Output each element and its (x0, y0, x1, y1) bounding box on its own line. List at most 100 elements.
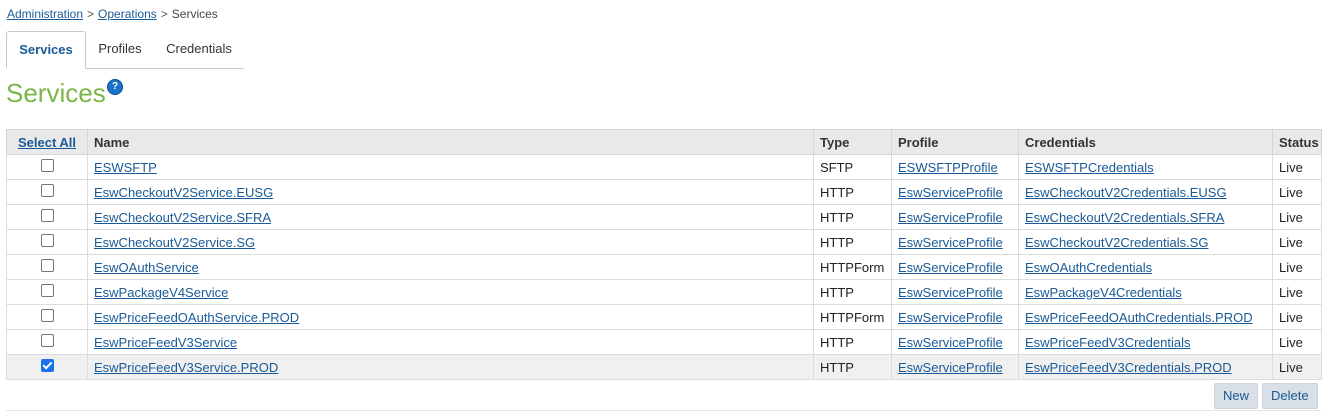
cell-name: EswOAuthService (87, 254, 814, 280)
service-name-link[interactable]: EswCheckoutV2Service.SG (94, 235, 255, 250)
service-status: Live (1279, 259, 1303, 275)
table-row[interactable]: EswPriceFeedOAuthService.PROD HTTPForm Esw… (6, 304, 1322, 330)
profile-link[interactable]: EswServiceProfile (898, 260, 1003, 275)
service-status: Live (1279, 334, 1303, 350)
column-header-status[interactable]: Status (1272, 129, 1322, 155)
credentials-link[interactable]: EswCheckoutV2Credentials.EUSG (1025, 185, 1227, 200)
table-row[interactable]: EswOAuthService HTTPForm EswServiceProfile… (6, 254, 1322, 280)
cell-name: EswPriceFeedOAuthService.PROD (87, 304, 814, 330)
table-header-row: Select All Name Type Profile Credentials… (6, 129, 1322, 155)
help-icon[interactable]: ? (107, 79, 123, 95)
profile-link[interactable]: EswServiceProfile (898, 235, 1003, 250)
credentials-link[interactable]: EswPackageV4Credentials (1025, 285, 1182, 300)
column-header-profile[interactable]: Profile (891, 129, 1019, 155)
table-row[interactable]: EswCheckoutV2Service.EUSG HTTP EswServiceP… (6, 179, 1322, 205)
credentials-link[interactable]: EswPriceFeedOAuthCredentials.PROD (1025, 310, 1253, 325)
select-all-link[interactable]: Select All (18, 135, 76, 150)
cell-status: Live (1272, 204, 1322, 230)
cell-type: HTTP (813, 229, 892, 255)
cell-status: Live (1272, 154, 1322, 180)
credentials-link[interactable]: EswCheckoutV2Credentials.SG (1025, 235, 1209, 250)
breadcrumb-current: Services (171, 7, 218, 21)
cell-type: HTTP (813, 204, 892, 230)
credentials-link[interactable]: EswCheckoutV2Credentials.SFRA (1025, 210, 1224, 225)
cell-profile: EswServiceProfile (891, 179, 1019, 205)
profile-link[interactable]: EswServiceProfile (898, 310, 1003, 325)
row-checkbox-cell (6, 204, 88, 230)
credentials-link[interactable]: EswPriceFeedV3Credentials.PROD (1025, 360, 1232, 375)
service-status: Live (1279, 184, 1303, 200)
row-checkbox[interactable] (40, 308, 54, 322)
divider (6, 410, 1321, 411)
row-checkbox-cell (6, 179, 88, 205)
service-name-link[interactable]: EswOAuthService (94, 260, 199, 275)
service-name-link[interactable]: EswPriceFeedV3Service.PROD (94, 360, 278, 375)
cell-profile: EswServiceProfile (891, 254, 1019, 280)
cell-credentials: EswCheckoutV2Credentials.SFRA (1018, 204, 1273, 230)
service-status: Live (1279, 209, 1303, 225)
row-checkbox-cell (6, 304, 88, 330)
cell-credentials: ESWSFTPCredentials (1018, 154, 1273, 180)
service-status: Live (1279, 284, 1303, 300)
table-row[interactable]: EswPriceFeedV3Service.PROD HTTP EswService… (6, 354, 1322, 380)
tab-profiles[interactable]: Profiles (86, 31, 154, 67)
cell-type: SFTP (813, 154, 892, 180)
select-all-header: Select All (6, 129, 88, 155)
table-row[interactable]: ESWSFTP SFTP ESWSFTPProfile ESWSFTPCredenti… (6, 154, 1322, 180)
column-header-type[interactable]: Type (813, 129, 892, 155)
new-button[interactable]: New (1214, 383, 1259, 409)
service-status: Live (1279, 359, 1303, 375)
credentials-link[interactable]: EswOAuthCredentials (1025, 260, 1152, 275)
cell-type: HTTPForm (813, 304, 892, 330)
service-name-link[interactable]: EswPriceFeedOAuthService.PROD (94, 310, 299, 325)
row-checkbox-cell (6, 229, 88, 255)
row-checkbox[interactable] (40, 233, 54, 247)
breadcrumb-link-operations[interactable]: Operations (98, 7, 157, 21)
credentials-link[interactable]: ESWSFTPCredentials (1025, 160, 1154, 175)
service-name-link[interactable]: ESWSFTP (94, 160, 157, 175)
cell-type: HTTPForm (813, 254, 892, 280)
row-checkbox[interactable] (40, 258, 54, 272)
row-checkbox-cell (6, 154, 88, 180)
profile-link[interactable]: EswServiceProfile (898, 210, 1003, 225)
cell-name: EswCheckoutV2Service.SFRA (87, 204, 814, 230)
row-checkbox[interactable] (40, 208, 54, 222)
row-checkbox[interactable] (40, 183, 54, 197)
delete-button[interactable]: Delete (1262, 383, 1318, 409)
cell-profile: EswServiceProfile (891, 229, 1019, 255)
service-name-link[interactable]: EswPackageV4Service (94, 285, 228, 300)
service-name-link[interactable]: EswCheckoutV2Service.EUSG (94, 185, 273, 200)
breadcrumb-link-administration[interactable]: Administration (7, 7, 83, 21)
profile-link[interactable]: EswServiceProfile (898, 185, 1003, 200)
row-checkbox-cell (6, 329, 88, 355)
service-name-link[interactable]: EswPriceFeedV3Service (94, 335, 237, 350)
table-row[interactable]: EswPriceFeedV3Service HTTP EswServiceProfi… (6, 329, 1322, 355)
row-checkbox[interactable] (40, 283, 54, 297)
tab-credentials[interactable]: Credentials (156, 31, 242, 67)
service-name-link[interactable]: EswCheckoutV2Service.SFRA (94, 210, 271, 225)
cell-status: Live (1272, 354, 1322, 380)
cell-type: HTTP (813, 329, 892, 355)
breadcrumb: Administration > Operations > Services (7, 7, 218, 21)
column-header-credentials[interactable]: Credentials (1018, 129, 1273, 155)
profile-link[interactable]: ESWSFTPProfile (898, 160, 998, 175)
table-row[interactable]: EswPackageV4Service HTTP EswServiceProfile… (6, 279, 1322, 305)
cell-profile: EswServiceProfile (891, 204, 1019, 230)
table-row[interactable]: EswCheckoutV2Service.SFRA HTTP EswServiceP… (6, 204, 1322, 230)
credentials-link[interactable]: EswPriceFeedV3Credentials (1025, 335, 1190, 350)
table-row[interactable]: EswCheckoutV2Service.SG HTTP EswServicePro… (6, 229, 1322, 255)
service-status: Live (1279, 159, 1303, 175)
tab-services[interactable]: Services (6, 31, 86, 69)
row-checkbox[interactable] (40, 358, 54, 372)
profile-link[interactable]: EswServiceProfile (898, 285, 1003, 300)
cell-status: Live (1272, 254, 1322, 280)
page-title: Services (6, 78, 106, 108)
row-checkbox[interactable] (40, 333, 54, 347)
profile-link[interactable]: EswServiceProfile (898, 335, 1003, 350)
cell-status: Live (1272, 304, 1322, 330)
column-header-name[interactable]: Name (87, 129, 814, 155)
row-checkbox[interactable] (40, 158, 54, 172)
profile-link[interactable]: EswServiceProfile (898, 360, 1003, 375)
cell-status: Live (1272, 279, 1322, 305)
cell-credentials: EswPriceFeedOAuthCredentials.PROD (1018, 304, 1273, 330)
